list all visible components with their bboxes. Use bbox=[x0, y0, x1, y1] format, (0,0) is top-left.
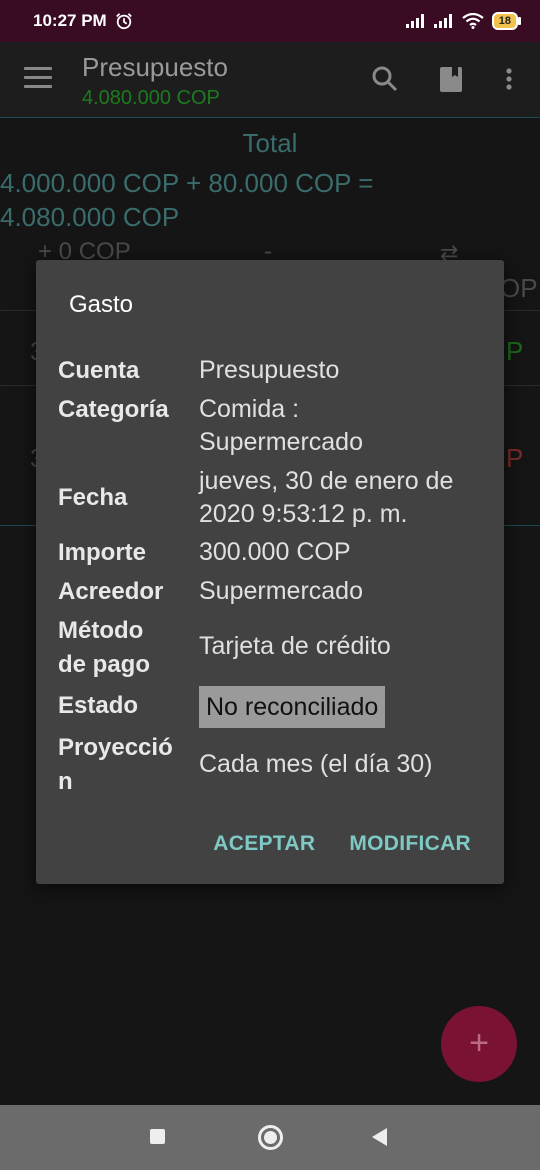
field-value: 300.000 COP bbox=[199, 538, 351, 566]
field-label: Categoría bbox=[58, 396, 169, 423]
field-value: Presupuesto bbox=[199, 356, 340, 384]
field-value: jueves, 30 de enero de 2020 9:53:12 p. m… bbox=[199, 467, 454, 528]
status-badge: No reconciliado bbox=[199, 686, 386, 728]
signal-icon-2 bbox=[433, 14, 452, 28]
app-subtitle: 4.080.000 COP bbox=[82, 87, 220, 109]
search-icon[interactable] bbox=[370, 64, 400, 94]
total-formula: 4.000.000 COP + 80.000 COP = 4.080.000 C… bbox=[0, 168, 374, 232]
battery-icon: 18 bbox=[491, 12, 522, 30]
field-label: Fecha bbox=[58, 484, 128, 511]
wifi-icon bbox=[462, 13, 484, 29]
total-label: Total bbox=[242, 128, 298, 158]
field-value: Tarjeta de crédito bbox=[199, 632, 391, 660]
dialog-actions: ACEPTAR MODIFICAR bbox=[213, 832, 471, 856]
field-label: Estado bbox=[58, 692, 139, 719]
status-time: 10:27 PM bbox=[33, 11, 107, 30]
row-edge-text: OP bbox=[500, 273, 538, 303]
field-value: Comida : Supermercado bbox=[199, 395, 363, 456]
field-value: Supermercado bbox=[199, 577, 363, 605]
modify-button[interactable]: MODIFICAR bbox=[349, 832, 471, 856]
field-label: Cuenta bbox=[58, 357, 140, 384]
status-indicators: 18 bbox=[405, 12, 522, 30]
more-vert-icon[interactable] bbox=[494, 64, 524, 94]
system-nav-bar bbox=[0, 1105, 540, 1170]
add-transaction-button[interactable]: + bbox=[441, 1006, 517, 1082]
field-value: No reconciliado bbox=[199, 686, 489, 728]
alarm-icon bbox=[115, 13, 132, 30]
row-edge-text: P bbox=[506, 336, 524, 366]
dialog-title: Gasto bbox=[69, 291, 134, 318]
app-bar: Presupuesto 4.080.000 COP bbox=[0, 42, 540, 118]
field-label: Acreedor bbox=[58, 578, 164, 605]
back-icon[interactable] bbox=[372, 1128, 387, 1146]
recents-icon[interactable] bbox=[150, 1129, 165, 1144]
signal-icon bbox=[405, 14, 424, 28]
field-label: Método de pago bbox=[58, 617, 151, 678]
status-bar: 10:27 PM 18 bbox=[0, 0, 540, 42]
field-label: Proyección bbox=[58, 734, 173, 795]
book-icon[interactable] bbox=[436, 64, 466, 94]
accept-button[interactable]: ACEPTAR bbox=[213, 832, 315, 856]
app-title: Presupuesto bbox=[82, 52, 228, 82]
menu-icon[interactable] bbox=[24, 67, 52, 94]
transaction-detail-dialog: Gasto Cuenta Presupuesto Categoría Comid… bbox=[36, 260, 504, 884]
home-icon[interactable] bbox=[258, 1125, 283, 1150]
row-edge-text: P bbox=[506, 443, 524, 473]
field-label: Importe bbox=[58, 539, 147, 566]
field-value: Cada mes (el día 30) bbox=[199, 750, 433, 778]
